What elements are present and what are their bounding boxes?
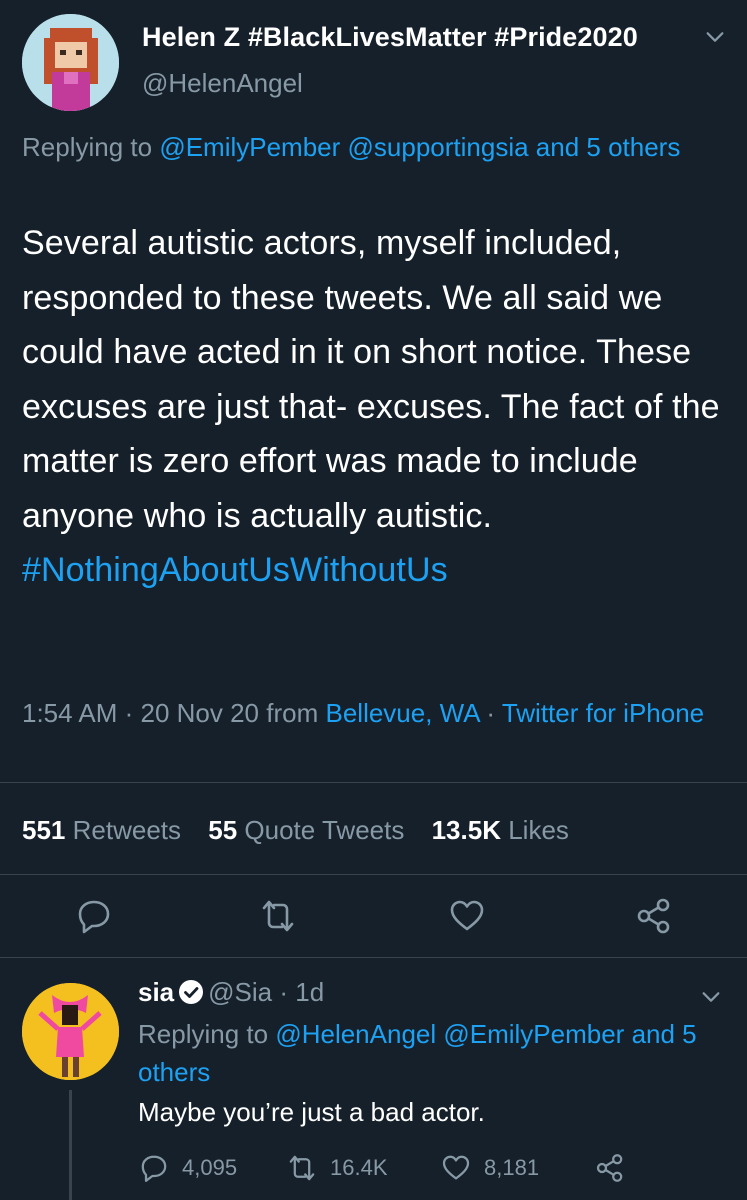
share-icon[interactable] (634, 896, 674, 936)
timestamp: 1:54 AM · 20 Nov 20 from (22, 698, 319, 728)
reply-handle[interactable]: @Sia (208, 977, 272, 1007)
thread-line (69, 1090, 72, 1200)
handle[interactable]: @HelenAngel (142, 68, 303, 99)
location-link[interactable]: Bellevue, WA (325, 698, 479, 728)
chevron-down-icon[interactable] (704, 26, 726, 48)
reply-header: sia @Sia · 1d (138, 977, 324, 1008)
chevron-down-icon[interactable] (700, 986, 722, 1008)
avatar[interactable] (22, 14, 119, 111)
share-icon (596, 1154, 623, 1182)
heart-icon (442, 1155, 470, 1180)
retweet-icon[interactable] (258, 896, 298, 936)
replying-to: Replying to @HelenAngel @EmilyPember and… (138, 1015, 738, 1091)
like-action[interactable]: 8,181 (440, 1150, 539, 1186)
reply-icon[interactable] (74, 896, 114, 936)
retweets-stat[interactable]: 551 Retweets (22, 815, 181, 845)
divider (0, 782, 747, 783)
quote-tweets-stat[interactable]: 55 Quote Tweets (208, 815, 404, 845)
tweet-actions (0, 896, 747, 940)
replying-to: Replying to @EmilyPember @supportingsia … (22, 128, 702, 166)
replying-users-link[interactable]: @EmilyPember @supportingsia and 5 others (159, 132, 680, 162)
divider (0, 957, 747, 958)
tweet-text: Several autistic actors, myself included… (22, 216, 722, 598)
reply-action[interactable]: 4,095 (138, 1150, 237, 1186)
replying-prefix: Replying to (22, 132, 153, 162)
avatar[interactable] (22, 983, 119, 1080)
share-action[interactable] (594, 1150, 638, 1186)
main-tweet: Helen Z #BlackLivesMatter #Pride2020 @He… (0, 0, 747, 958)
reply-tweet-text: Maybe you’re just a bad actor. (138, 1097, 485, 1127)
reply-tweet-actions: 4,095 16.4K 8,181 (138, 1150, 738, 1186)
divider (0, 874, 747, 875)
like-count: 8,181 (484, 1155, 540, 1180)
tweet-meta: 1:54 AM · 20 Nov 20 from Bellevue, WA · … (22, 694, 712, 732)
likes-stat[interactable]: 13.5K Likes (432, 815, 569, 845)
retweet-count: 16.4K (330, 1155, 388, 1180)
reply-age: · 1d (279, 977, 325, 1007)
display-name[interactable]: Helen Z #BlackLivesMatter #Pride2020 (142, 22, 638, 53)
reply-icon (141, 1155, 167, 1182)
verified-badge-icon (179, 980, 204, 1004)
tweet-body: Several autistic actors, myself included… (22, 224, 720, 535)
heart-icon[interactable] (447, 896, 487, 936)
engagement-stats: 551 Retweets 55 Quote Tweets 13.5K Likes (22, 815, 569, 846)
hashtag-link[interactable]: #NothingAboutUsWithoutUs (22, 551, 448, 589)
retweet-action[interactable]: 16.4K (286, 1150, 388, 1186)
reply-display-name[interactable]: sia (138, 977, 174, 1007)
retweet-icon (289, 1155, 315, 1181)
source-link[interactable]: Twitter for iPhone (502, 698, 704, 728)
reply-count: 4,095 (182, 1155, 238, 1180)
meta-separator: · (486, 698, 496, 728)
replying-prefix: Replying to (138, 1019, 269, 1049)
